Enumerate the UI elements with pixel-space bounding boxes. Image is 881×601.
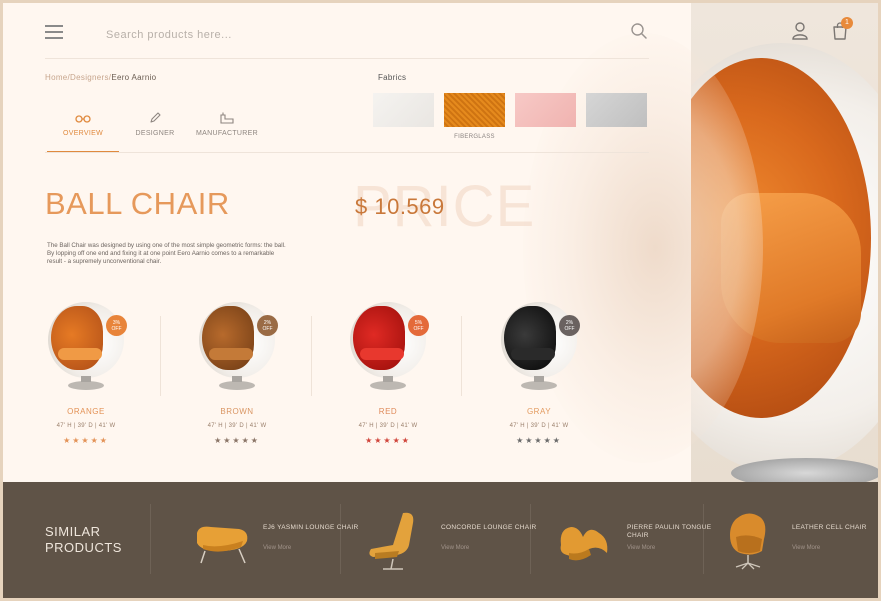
variant-card-red[interactable]: 5% OFF RED 47' H | 39' D | 41' W ★★★★★ (335, 296, 445, 456)
similar-item-tongue[interactable]: PIERRE PAULIN TONGUE CHAIR View More (553, 497, 733, 587)
search-icon[interactable] (630, 22, 648, 40)
cart-count-badge: 1 (841, 17, 853, 29)
variant-name: BROWN (220, 407, 254, 416)
pencil-icon (150, 112, 161, 123)
selected-fabric-label: FIBERGLASS (454, 134, 495, 140)
color-variants: 3% OFF ORANGE 47' H | 39' D | 41' W ★★★★… (33, 296, 633, 456)
variant-dimensions: 47' H | 39' D | 41' W (56, 423, 116, 429)
discount-badge: 2% OFF (559, 315, 580, 336)
concorde-chair-image (369, 512, 414, 570)
similar-item-leather-cell[interactable]: LEATHER CELL CHAIR View More (718, 497, 878, 587)
lounge-chair-image (197, 526, 248, 564)
rating-stars: ★★★★★ (516, 436, 562, 445)
product-title: BALL CHAIR (45, 186, 230, 221)
breadcrumb-path[interactable]: Home/Designers/ (45, 73, 111, 82)
breadcrumb: Home/Designers/Eero Aarnio (45, 73, 156, 82)
view-more-link[interactable]: View More (441, 545, 469, 551)
breadcrumb-current: Eero Aarnio (111, 73, 157, 82)
view-more-link[interactable]: View More (792, 545, 820, 551)
tab-manufacturer-label: MANUFACTURER (196, 130, 258, 137)
factory-icon (220, 112, 234, 124)
tab-manufacturer[interactable]: MANUFACTURER (189, 111, 265, 153)
fabric-swatch-fiberglass[interactable] (444, 93, 505, 127)
fabric-swatch-white[interactable] (373, 93, 434, 127)
glasses-icon (75, 115, 91, 123)
similar-item-name: EJ6 YASMIN LOUNGE CHAIR (263, 524, 359, 531)
similar-products-bar: SIMILAR PRODUCTS EJ6 YASMIN LOUNGE CHAIR… (3, 482, 878, 598)
tab-designer-label: DESIGNER (135, 130, 175, 137)
variant-card-gray[interactable]: 2% OFF GRAY 47' H | 39' D | 41' W ★★★★★ (486, 296, 596, 456)
tab-overview-label: OVERVIEW (62, 130, 103, 137)
similar-item-name: LEATHER CELL CHAIR (792, 524, 867, 531)
similar-item-name: PIERRE PAULIN TONGUE CHAIR (627, 524, 712, 539)
tongue-chair-image (560, 527, 608, 561)
fabric-swatch-gray[interactable] (586, 93, 647, 127)
similar-products-heading: SIMILAR PRODUCTS (45, 524, 145, 556)
divider (311, 316, 312, 396)
fabrics-heading: Fabrics (378, 73, 407, 82)
discount-text: 2% OFF (564, 319, 575, 332)
similar-heading-line1: SIMILAR (45, 524, 101, 539)
similar-item-name: CONCORDE LOUNGE CHAIR (441, 524, 537, 531)
product-page: 1 Home/Designers/Eero Aarnio OVERVIEW DE… (3, 3, 878, 598)
gray-ball-chair-image: 2% OFF (501, 302, 580, 394)
rating-stars: ★★★★★ (63, 436, 109, 445)
variant-card-brown[interactable]: 2% OFF BROWN 47' H | 39' D | 41' W ★★★★★ (184, 296, 294, 456)
variant-name: GRAY (526, 407, 552, 416)
discount-badge: 3% OFF (106, 315, 127, 336)
variant-name: RED (378, 407, 398, 416)
view-more-link[interactable]: View More (627, 545, 655, 551)
hamburger-menu-icon[interactable] (45, 25, 63, 39)
rating-stars: ★★★★★ (214, 436, 260, 445)
brown-ball-chair-image: 2% OFF (199, 302, 278, 394)
product-description: The Ball Chair was designed by using one… (47, 242, 286, 265)
similar-item-yasmin[interactable]: EJ6 YASMIN LOUNGE CHAIR View More (189, 497, 369, 587)
divider (45, 152, 649, 153)
similar-item-concorde[interactable]: CONCORDE LOUNGE CHAIR View More (363, 497, 543, 587)
similar-heading-line2: PRODUCTS (45, 540, 122, 555)
tab-designer[interactable]: DESIGNER (117, 111, 193, 153)
fabric-swatch-pink[interactable] (515, 93, 576, 127)
divider (150, 504, 151, 574)
user-icon[interactable] (791, 21, 809, 41)
variant-dimensions: 47' H | 39' D | 41' W (358, 423, 418, 429)
search-input[interactable] (106, 26, 356, 44)
divider (461, 316, 462, 396)
variant-dimensions: 47' H | 39' D | 41' W (207, 423, 267, 429)
discount-text: 5% OFF (413, 319, 424, 332)
discount-text: 2% OFF (262, 319, 273, 332)
fabric-swatches (373, 93, 647, 127)
orange-ball-chair-image: 3% OFF (48, 302, 127, 394)
egg-chair-image (730, 513, 766, 570)
divider (160, 316, 161, 396)
variant-card-orange[interactable]: 3% OFF ORANGE 47' H | 39' D | 41' W ★★★★… (33, 296, 143, 456)
product-price: $ 10.569 (355, 194, 445, 219)
discount-badge: 2% OFF (257, 315, 278, 336)
variant-dimensions: 47' H | 39' D | 41' W (509, 423, 569, 429)
tab-overview[interactable]: OVERVIEW (45, 111, 121, 153)
discount-badge: 5% OFF (408, 315, 429, 336)
divider (45, 58, 649, 59)
variant-name: ORANGE (67, 407, 105, 416)
view-more-link[interactable]: View More (263, 545, 291, 551)
tab-bar: OVERVIEW DESIGNER MANUFACTURER (45, 111, 265, 153)
discount-text: 3% OFF (111, 319, 122, 332)
rating-stars: ★★★★★ (365, 436, 411, 445)
red-ball-chair-image: 5% OFF (350, 302, 429, 394)
